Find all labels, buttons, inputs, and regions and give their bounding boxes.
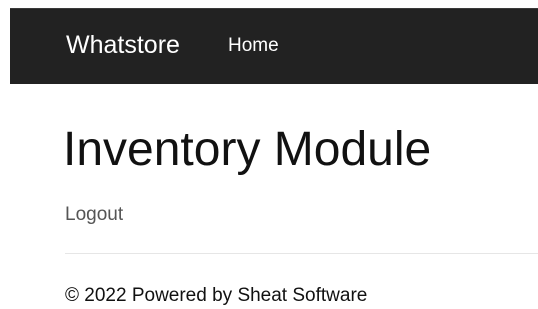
footer-divider <box>65 253 538 254</box>
nav-link-home[interactable]: Home <box>228 34 279 58</box>
page: Whatstore Home Inventory Module Logout ©… <box>0 0 538 309</box>
footer-text: © 2022 Powered by Sheat Software <box>65 285 368 306</box>
brand-link[interactable]: Whatstore <box>66 29 180 61</box>
page-title: Inventory Module <box>63 123 432 176</box>
logout-link[interactable]: Logout <box>65 203 123 227</box>
top-navbar: Whatstore Home <box>10 8 538 84</box>
